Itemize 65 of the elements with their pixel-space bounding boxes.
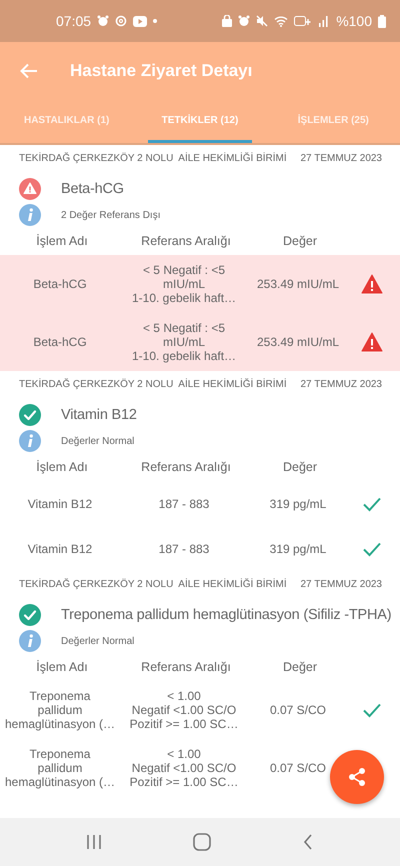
facility-name: TEKİRDAĞ ÇERKEZKÖY 2 NOLU AİLE HEKİMLİĞİ BİRİMİ — [19, 579, 287, 592]
warning-icon — [361, 332, 383, 352]
back-icon — [302, 834, 314, 850]
column-header: Referans Aralığı — [140, 460, 232, 474]
test-cell-text: Vitamin B12 — [26, 496, 94, 510]
value-cell-text: 0.07 S/CO — [268, 761, 328, 775]
mute-icon — [256, 15, 268, 27]
reference-cell-text: 187 - 883 — [158, 542, 210, 556]
lock-icon — [222, 15, 232, 27]
column-header: Referans Aralığı — [140, 660, 232, 674]
tab[interactable]: İŞLEMLER (25) — [282, 100, 385, 143]
battery-icon — [378, 14, 386, 28]
signal-icon — [318, 15, 330, 27]
test-name: Vitamin B12 — [61, 407, 137, 423]
column-header: İşlem Adı — [35, 460, 89, 474]
dot-icon — [153, 19, 158, 23]
test-name: Beta-hCG — [61, 181, 124, 197]
value-cell-text: 253.49 mIU/mL — [256, 277, 340, 291]
column-header: Değer — [282, 460, 318, 474]
visit-date: 27 TEMMUZ 2023 — [300, 379, 382, 392]
result-summary: Değerler Normal — [61, 636, 134, 646]
clock-time: 07:05 — [56, 13, 92, 29]
home-icon — [192, 833, 211, 851]
test-cell-text: Beta-hCG — [32, 335, 88, 349]
result-summary: Değerler Normal — [61, 436, 134, 446]
screen-title: Hastane Ziyaret Detayı — [70, 61, 252, 81]
tab[interactable]: HASTALIKLAR (1) — [15, 100, 118, 143]
test-name: Treponema pallidum hemaglütinasyon (Sifiliz -TPHA) — [61, 607, 392, 623]
value-cell-text: 253.49 mIU/mL — [256, 335, 340, 349]
reference-cell-text: < 1.00 Negatif <1.00 SC/O Pozitif >= 1.00 SC… — [128, 689, 240, 731]
alarm-icon — [238, 15, 250, 27]
info-icon — [19, 430, 41, 452]
alarm-icon — [97, 15, 110, 27]
battery-percentage: %100 — [336, 13, 372, 29]
app-icon — [115, 15, 128, 27]
column-header: İşlem Adı — [35, 234, 89, 248]
info-icon — [19, 630, 41, 652]
test-cell-text: Treponema pallidum hemaglütinasyon (… — [4, 747, 116, 789]
result-summary: 2 Değer Referans Dışı — [61, 210, 160, 220]
column-header: Değer — [282, 660, 318, 674]
hd-voice-icon — [294, 15, 312, 27]
play-icon — [133, 16, 148, 26]
facility-name: TEKİRDAĞ ÇERKEZKÖY 2 NOLU AİLE HEKİMLİĞİ BİRİMİ — [19, 379, 287, 392]
visit-date: 27 TEMMUZ 2023 — [300, 579, 382, 592]
facility-name: TEKİRDAĞ ÇERKEZKÖY 2 NOLU AİLE HEKİMLİĞİ BİRİMİ — [19, 153, 287, 166]
value-cell-text: 0.07 S/CO — [268, 703, 328, 717]
visit-date: 27 TEMMUZ 2023 — [300, 153, 382, 166]
share-icon — [347, 767, 367, 787]
test-cell-text: Treponema pallidum hemaglütinasyon (… — [4, 689, 116, 731]
info-icon — [19, 204, 41, 226]
reference-cell-text: < 1.00 Negatif <1.00 SC/O Pozitif >= 1.00 SC… — [128, 747, 240, 789]
reference-cell-text: 187 - 883 — [158, 496, 210, 510]
column-header: Değer — [282, 234, 318, 248]
value-cell-text: 319 pg/mL — [268, 496, 328, 510]
wifi-icon — [274, 15, 288, 27]
column-header: Referans Aralığı — [140, 234, 232, 248]
back-arrow-icon — [20, 63, 38, 79]
value-cell-text: 319 pg/mL — [268, 542, 328, 556]
reference-cell-text: < 5 Negatif : <5 mIU/mL 1-10. gebelik haft… — [130, 263, 238, 305]
test-cell-text: Vitamin B12 — [26, 542, 94, 556]
column-header: İşlem Adı — [35, 660, 89, 674]
test-cell-text: Beta-hCG — [32, 277, 88, 291]
warning-icon — [361, 274, 383, 294]
recent-apps-icon — [86, 834, 102, 850]
reference-cell-text: < 5 Negatif : <5 mIU/mL 1-10. gebelik haft… — [130, 321, 238, 363]
